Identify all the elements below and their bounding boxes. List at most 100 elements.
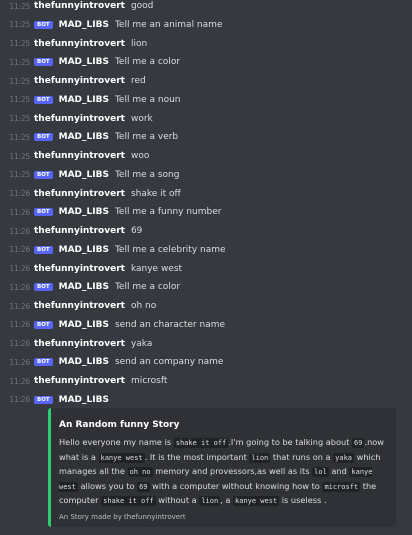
bot-author-name[interactable]: MAD_LIBS: [59, 245, 109, 255]
timestamp: 11:25: [9, 132, 30, 142]
bot-author-name[interactable]: MAD_LIBS: [59, 95, 109, 105]
message-row: 11:25 thefunnyintrovert red: [0, 72, 412, 90]
message-row: 11:26 thefunnyintrovert yaka: [0, 335, 412, 353]
message-row: 11:26 thefunnyintrovert microsft: [0, 372, 412, 390]
story-text: . It is the most important: [144, 451, 247, 462]
message-text: 69: [130, 226, 143, 236]
timestamp: 11:26: [9, 226, 30, 236]
bot-badge: BOT: [34, 395, 53, 404]
message-row: 11:26 BOT MAD_LIBS send an character name: [0, 316, 412, 334]
bot-badge: BOT: [34, 208, 53, 217]
bot-author-name[interactable]: MAD_LIBS: [59, 395, 109, 405]
timestamp: 11:25: [9, 151, 30, 161]
bot-author-name[interactable]: MAD_LIBS: [59, 132, 109, 142]
bot-badge: BOT: [34, 320, 53, 329]
user-author-name[interactable]: thefunnyintrovert: [34, 151, 125, 161]
bot-author-name[interactable]: MAD_LIBS: [59, 207, 109, 217]
timestamp: 11:26: [9, 339, 30, 348]
user-author-name[interactable]: thefunnyintrovert: [34, 39, 125, 49]
message-text: microsft: [130, 376, 168, 386]
bot-badge: BOT: [34, 133, 53, 142]
story-text: is useless .: [281, 495, 327, 505]
user-author-name[interactable]: thefunnyintrovert: [34, 76, 125, 86]
story-code: lion: [249, 452, 271, 463]
user-author-name[interactable]: thefunnyintrovert: [34, 301, 125, 311]
story-text: Hello everyone my name is: [59, 437, 172, 447]
bot-author-name[interactable]: MAD_LIBS: [59, 170, 109, 180]
story-text: memory and provessors,as well as its: [155, 466, 310, 476]
message-row: 11:26 BOT MAD_LIBS: [0, 391, 412, 409]
message-text: woo: [130, 151, 150, 161]
story-code: 69: [137, 481, 150, 492]
bot-author-name[interactable]: MAD_LIBS: [59, 20, 109, 30]
timestamp: 11:25: [9, 39, 30, 48]
timestamp: 11:25: [9, 76, 30, 86]
timestamp: 11:26: [9, 189, 30, 198]
message-row: 11:26 BOT MAD_LIBS Tell me a funny number: [0, 203, 412, 221]
message-row: 11:26 thefunnyintrovert oh no: [0, 297, 412, 315]
timestamp: 11:26: [9, 395, 30, 405]
timestamp: 11:26: [9, 357, 30, 367]
timestamp: 11:26: [9, 376, 30, 386]
message-text: Tell me a celebrity name: [114, 244, 226, 255]
message-text: Tell me a noun: [114, 94, 181, 105]
user-author-name[interactable]: thefunnyintrovert: [34, 114, 125, 124]
story-code: yaka: [333, 452, 355, 463]
story-code: kanye west: [233, 496, 280, 506]
story-text: allows you to: [80, 480, 135, 491]
bot-badge: BOT: [34, 283, 53, 292]
story-text: , a: [220, 495, 231, 505]
message-text: send an character name: [114, 319, 226, 330]
embed-description: Hello everyone my name is shake it off .I…: [59, 436, 388, 509]
embed-title: An Random funny Story: [59, 420, 180, 430]
story-code: microsft: [322, 481, 361, 492]
bot-author-name[interactable]: MAD_LIBS: [59, 357, 109, 367]
message-text: work: [130, 113, 153, 124]
user-author-name[interactable]: thefunnyintrovert: [34, 189, 125, 199]
bot-badge: BOT: [34, 245, 53, 254]
user-author-name[interactable]: thefunnyintrovert: [34, 376, 125, 386]
story-code: lol: [312, 467, 329, 477]
message-row: 11:26 BOT MAD_LIBS send an company name: [0, 353, 412, 371]
timestamp: 11:25: [9, 20, 30, 30]
message-row: 11:26 BOT MAD_LIBS Tell me a color: [0, 278, 412, 296]
message-row: 11:25 BOT MAD_LIBS Tell me a song: [0, 166, 412, 184]
user-author-name[interactable]: thefunnyintrovert: [34, 339, 125, 349]
user-author-name[interactable]: thefunnyintrovert: [34, 226, 125, 236]
timestamp: 11:26: [9, 245, 30, 255]
bot-author-name[interactable]: MAD_LIBS: [59, 57, 109, 67]
message-text: Tell me a verb: [114, 132, 179, 143]
embed-footer: An Story made by thefunnyintrovert: [59, 512, 186, 521]
message-text: Tell me a color: [114, 282, 181, 293]
timestamp: 11:25: [9, 170, 30, 180]
story-text: and: [331, 466, 347, 476]
story-text: .I'm going to be talking about: [228, 437, 350, 447]
message-row: 11:26 thefunnyintrovert shake it off: [0, 185, 412, 203]
message-row: 11:25 BOT MAD_LIBS Tell me a noun: [0, 91, 412, 109]
message-text: shake it off: [130, 188, 181, 199]
message-text: yaka: [130, 338, 153, 349]
bot-author-name[interactable]: MAD_LIBS: [59, 282, 109, 292]
timestamp: 11:26: [9, 207, 30, 217]
message-row: 11:26 BOT MAD_LIBS Tell me a celebrity name: [0, 241, 412, 259]
user-author-name[interactable]: thefunnyintrovert: [34, 264, 125, 274]
message-text: oh no: [130, 301, 157, 311]
message-row: 11:25 BOT MAD_LIBS Tell me an animal name: [0, 16, 412, 34]
story-code: shake it off: [101, 496, 156, 506]
story-code: shake it off: [173, 438, 229, 448]
bot-badge: BOT: [34, 20, 53, 29]
message-text: good: [130, 1, 154, 11]
bot-author-name[interactable]: MAD_LIBS: [59, 320, 109, 330]
message-text: Tell me an animal name: [114, 19, 223, 30]
story-code: lion: [199, 496, 221, 506]
message-text: Tell me a funny number: [114, 207, 222, 218]
message-row: 11:25 thefunnyintrovert lion: [0, 35, 412, 53]
message-row: 11:26 thefunnyintrovert kanye west: [0, 260, 412, 278]
message-text: kanye west: [130, 263, 183, 274]
timestamp: 11:25: [9, 114, 30, 123]
bot-badge: BOT: [34, 95, 53, 104]
message-text: lion: [130, 38, 148, 49]
story-code: oh no: [127, 467, 153, 477]
bot-badge: BOT: [34, 170, 53, 179]
user-author-name[interactable]: thefunnyintrovert: [34, 1, 125, 11]
